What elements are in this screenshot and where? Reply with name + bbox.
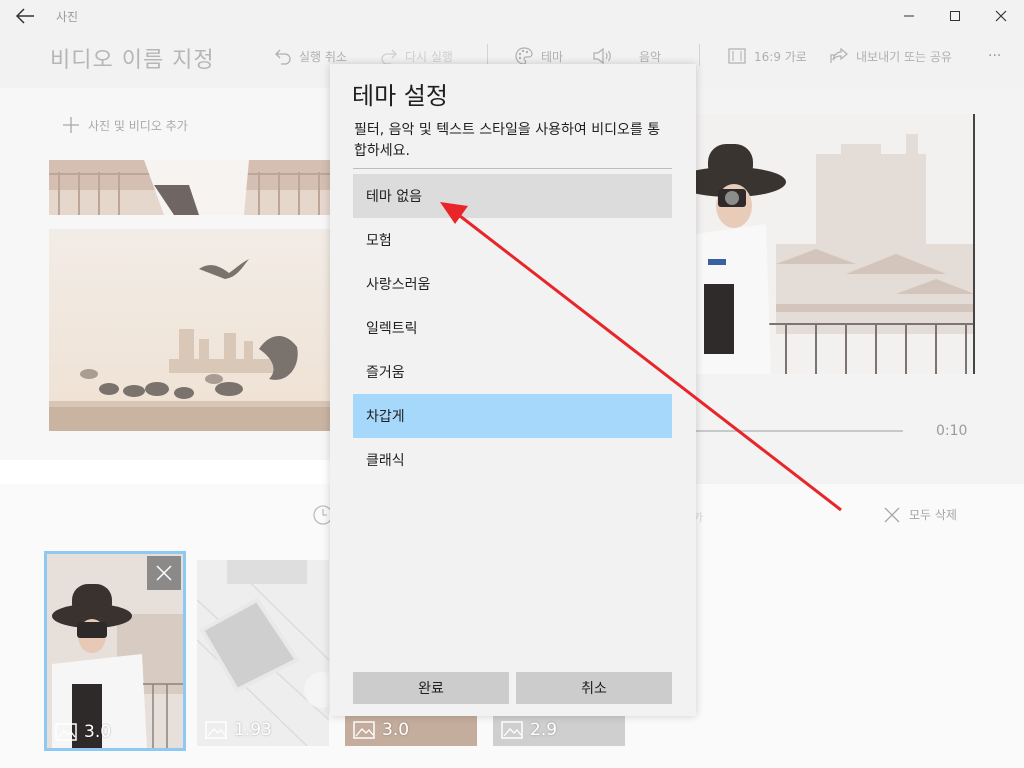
- clip-duration-label: 3.0: [382, 720, 410, 740]
- undo-label: 실행 취소: [299, 49, 347, 64]
- maximize-button[interactable]: [932, 0, 978, 32]
- music-button[interactable]: 음악: [592, 46, 661, 66]
- close-icon: [995, 10, 1007, 22]
- title-bar: 사진: [0, 0, 1024, 32]
- back-arrow-icon[interactable]: [14, 6, 36, 26]
- image-icon: [501, 721, 523, 739]
- image-icon: [353, 721, 375, 739]
- share-icon: [830, 47, 848, 63]
- delete-all-label: 모두 삭제: [909, 508, 957, 522]
- undo-icon: [275, 49, 291, 65]
- clip-duration-label: 2.9: [530, 720, 558, 740]
- theme-list: 테마 없음 모험 사랑스러움 일렉트릭 즐거움 차갑게 클래식: [353, 174, 672, 482]
- theme-option-electric[interactable]: 일렉트릭: [353, 306, 672, 350]
- toolbar-divider: [699, 44, 700, 66]
- undo-button[interactable]: 실행 취소: [274, 46, 347, 66]
- cancel-button[interactable]: 취소: [516, 672, 672, 704]
- storyboard-card-1[interactable]: 3.0: [44, 551, 186, 751]
- add-media-button[interactable]: 사진 및 비디오 추가: [62, 116, 188, 134]
- library-thumbnail-birds[interactable]: [49, 229, 339, 431]
- storyboard-card-2[interactable]: 1.93: [197, 560, 329, 746]
- library-thumbnail-woman-camera[interactable]: [49, 160, 339, 215]
- dialog-title: 테마 설정: [352, 82, 448, 110]
- theme-label: 테마: [541, 49, 564, 64]
- app-title: 사진: [56, 10, 79, 24]
- clip-duration: 3.0: [55, 722, 111, 742]
- dialog-description: 필터, 음악 및 텍스트 스타일을 사용하여 비디오를 통합하세요.: [354, 122, 661, 159]
- export-share-button[interactable]: 내보내기 또는 공유: [829, 46, 952, 66]
- playback-progress-bar[interactable]: [696, 430, 903, 432]
- divider: [353, 168, 672, 169]
- image-icon: [205, 721, 227, 739]
- clip-duration-label: 3.0: [84, 722, 112, 742]
- video-preview[interactable]: [696, 114, 975, 374]
- redo-button[interactable]: 다시 실행: [380, 46, 453, 66]
- clip-duration: 3.0: [353, 720, 409, 740]
- done-button[interactable]: 완료: [353, 672, 509, 704]
- minimize-button[interactable]: [886, 0, 932, 32]
- theme-button[interactable]: 테마: [514, 46, 563, 66]
- palette-icon: [515, 47, 533, 65]
- speaker-icon: [593, 47, 611, 65]
- close-window-button[interactable]: [978, 0, 1024, 32]
- aspect-ratio-icon: [728, 48, 746, 64]
- aspect-ratio-label: 16:9 가로: [754, 49, 807, 64]
- theme-option-none[interactable]: 테마 없음: [353, 174, 672, 218]
- theme-settings-dialog: 테마 설정 필터, 음악 및 텍스트 스타일을 사용하여 비디오를 통합하세요.…: [330, 64, 696, 716]
- theme-option-classic[interactable]: 클래식: [353, 438, 672, 482]
- add-media-label: 사진 및 비디오 추가: [88, 118, 188, 133]
- more-options-button[interactable]: ···: [988, 46, 1001, 66]
- playback-time: 0:10: [936, 423, 968, 439]
- plus-icon: [63, 117, 79, 133]
- music-label: 음악: [639, 49, 662, 64]
- aspect-ratio-button[interactable]: 16:9 가로: [727, 46, 807, 66]
- minimize-icon: [904, 15, 914, 17]
- theme-option-lovely[interactable]: 사랑스러움: [353, 262, 672, 306]
- theme-option-cool[interactable]: 차갑게: [353, 394, 672, 438]
- redo-label: 다시 실행: [405, 49, 453, 64]
- redo-icon: [381, 49, 397, 65]
- media-library-pane: 사진 및 비디오 추가: [0, 88, 360, 460]
- close-icon: [884, 507, 900, 522]
- image-icon: [55, 723, 77, 741]
- remove-clip-button[interactable]: [147, 556, 181, 590]
- clip-duration-label: 1.93: [234, 720, 272, 740]
- clip-duration: 1.93: [205, 720, 272, 740]
- toolbar-divider: [487, 44, 488, 66]
- theme-option-adventure[interactable]: 모험: [353, 218, 672, 262]
- video-title[interactable]: 비디오 이름 지정: [50, 42, 215, 74]
- delete-all-button[interactable]: 모두 삭제: [884, 506, 957, 523]
- close-icon: [156, 565, 172, 581]
- maximize-icon: [950, 11, 960, 21]
- clip-duration: 2.9: [501, 720, 557, 740]
- dialog-buttons: 완료 취소: [353, 672, 672, 704]
- theme-option-joyful[interactable]: 즐거움: [353, 350, 672, 394]
- export-share-label: 내보내기 또는 공유: [856, 49, 952, 64]
